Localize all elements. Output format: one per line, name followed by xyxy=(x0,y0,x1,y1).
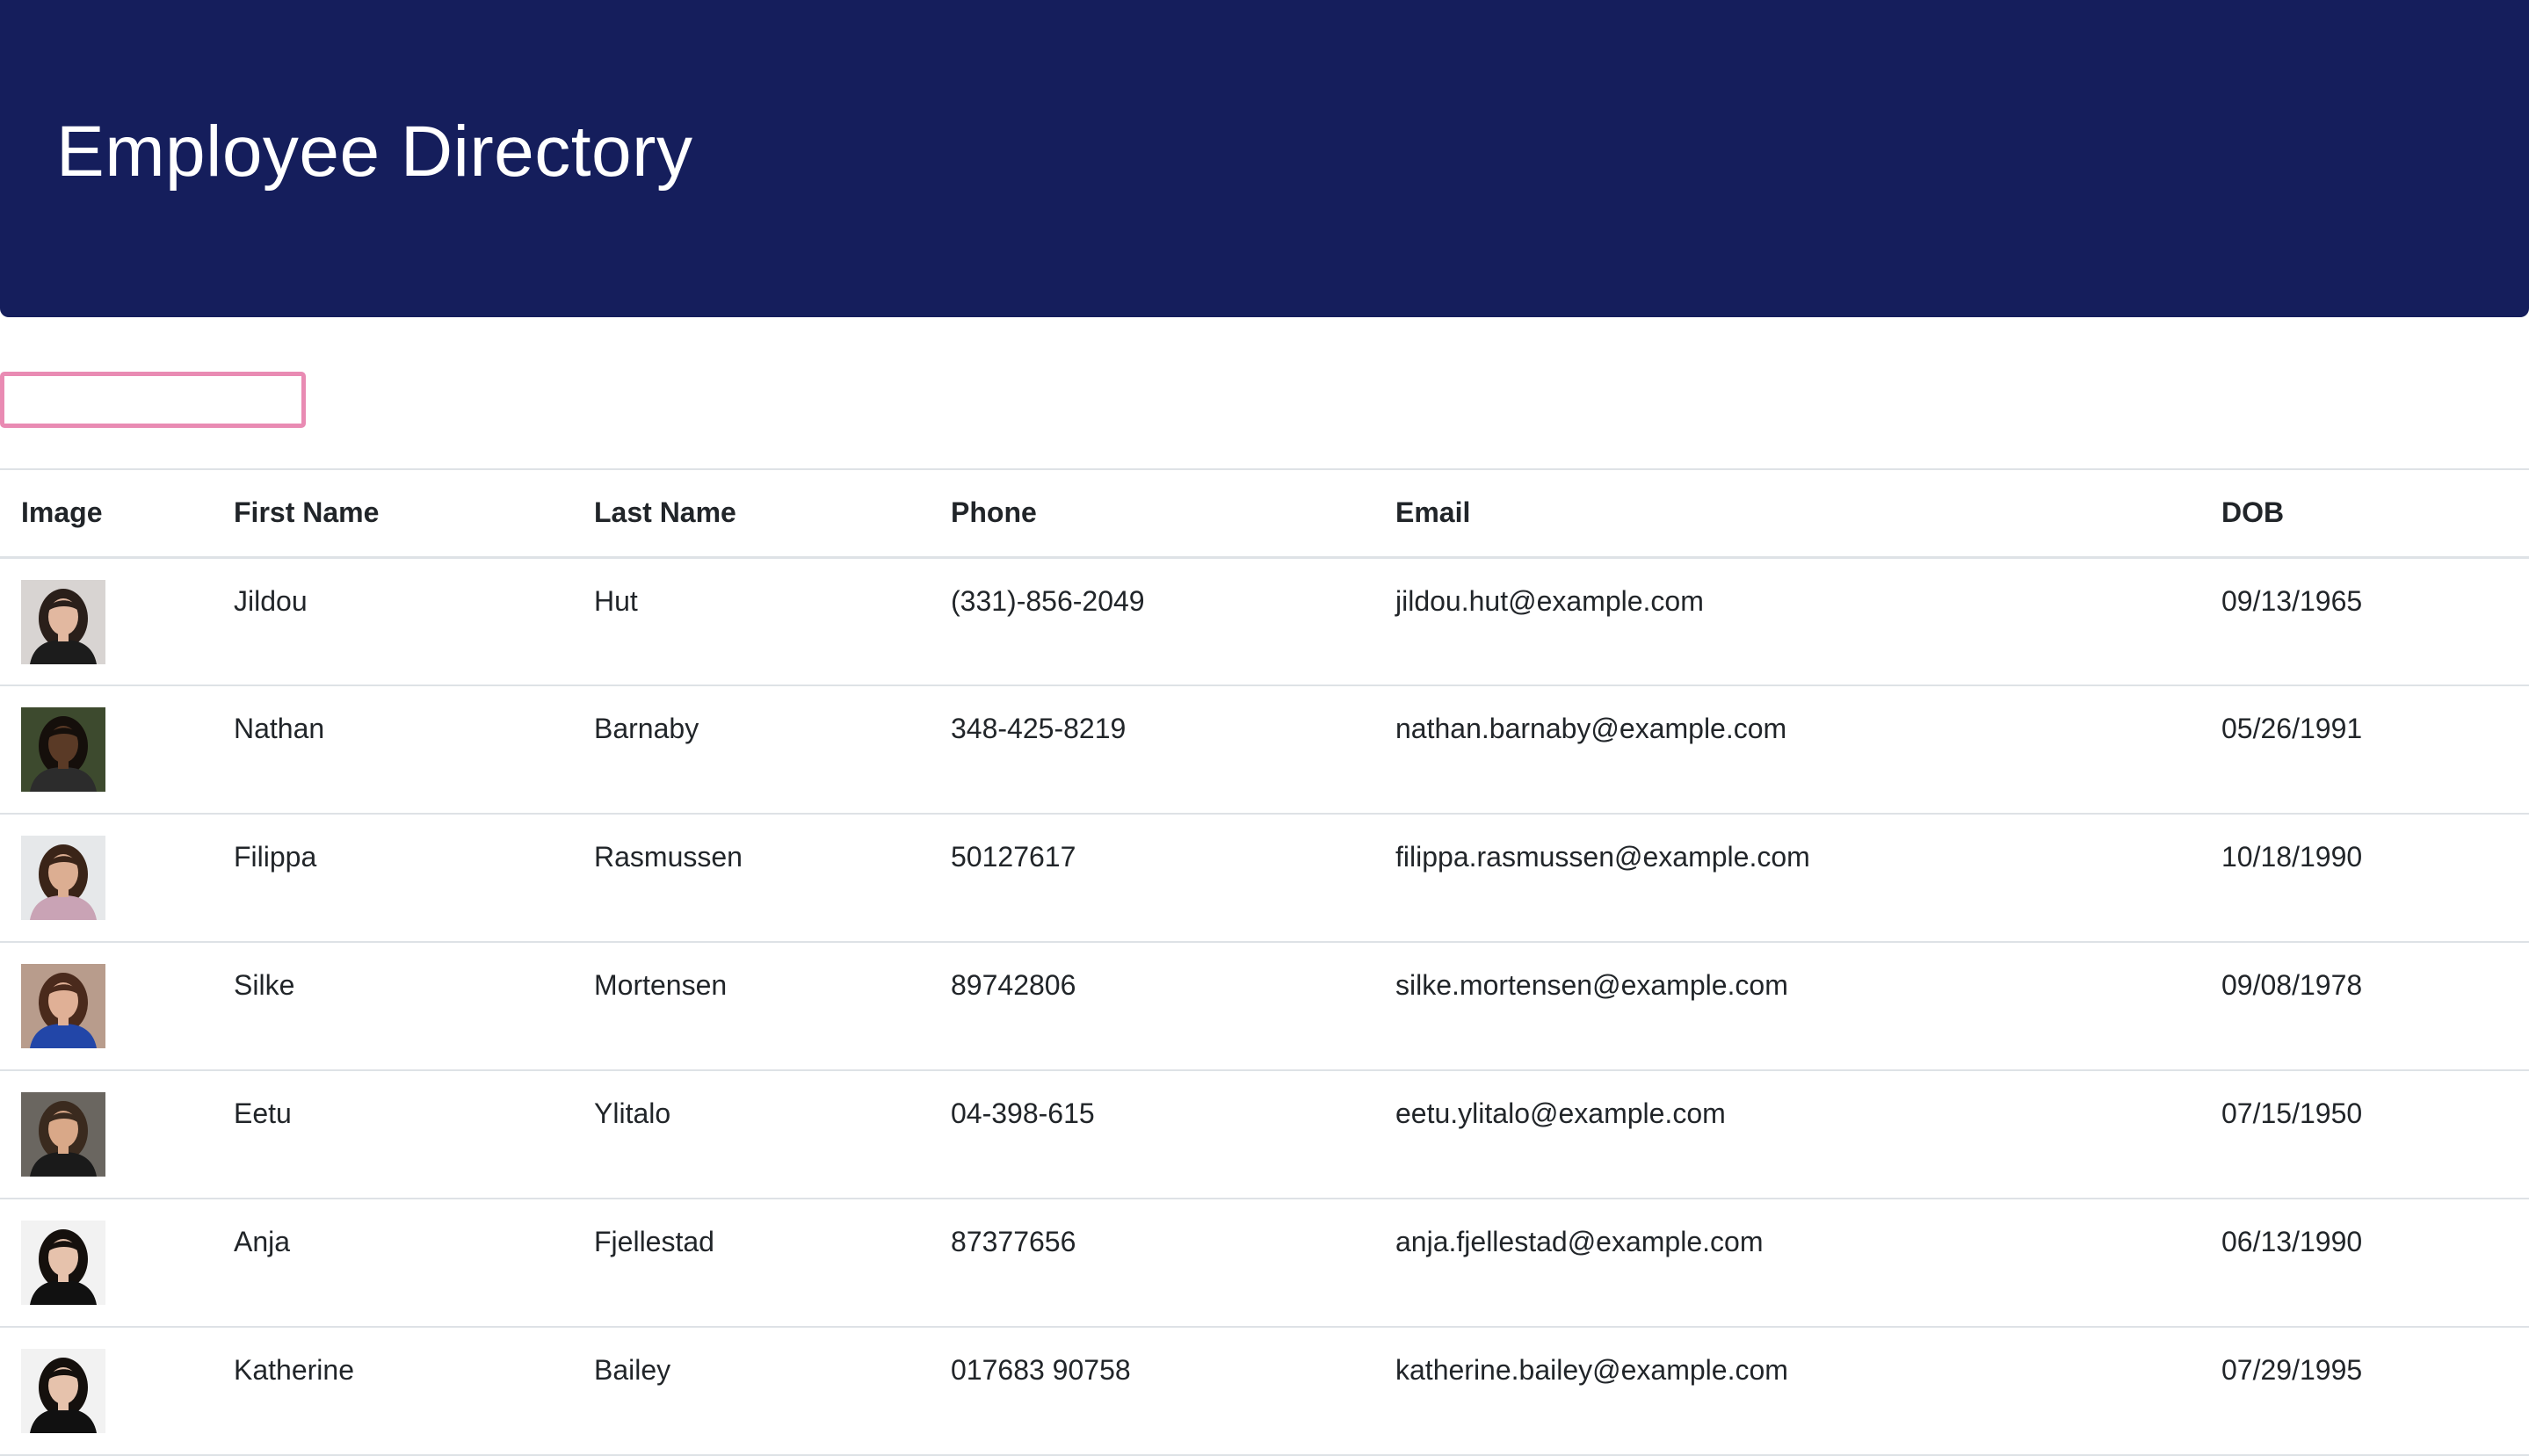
avatar-photo xyxy=(21,1092,105,1177)
first-name-cell: Filippa xyxy=(234,841,317,873)
last-name-cell: Ylitalo xyxy=(594,1097,671,1129)
image-cell xyxy=(0,1327,213,1455)
column-header-phone[interactable]: Phone xyxy=(930,469,1374,557)
email-cell: anja.fjellestad@example.com xyxy=(1395,1226,1764,1257)
dob-cell: 09/08/1978 xyxy=(2221,969,2363,1001)
last-name-cell: Rasmussen xyxy=(594,841,743,873)
table-header: Image First Name Last Name Phone Email D… xyxy=(0,469,2529,557)
last-name-cell: Barnaby xyxy=(594,713,699,744)
table-row: Nathan Barnaby 348-425-8219 nathan.barnaby@… xyxy=(0,685,2529,814)
first-name-cell: Nathan xyxy=(234,713,325,744)
last-name-cell: Mortensen xyxy=(594,969,728,1001)
first-name-cell: Jildou xyxy=(234,584,308,617)
dob-cell: 05/26/1991 xyxy=(2221,713,2363,744)
email-cell: katherine.bailey@example.com xyxy=(1395,1354,1788,1386)
phone-cell: (331)-856-2049 xyxy=(951,584,1145,617)
dob-cell: 10/18/1990 xyxy=(2221,841,2363,873)
avatar-photo xyxy=(21,707,105,792)
table-row: Eetu Ylitalo 04-398-615 eetu.ylitalo@exampl… xyxy=(0,1070,2529,1199)
column-header-dob[interactable]: DOB xyxy=(2200,469,2529,557)
page-header: Employee Directory xyxy=(0,0,2529,317)
avatar-photo xyxy=(21,579,105,664)
last-name-cell: Hut xyxy=(594,584,638,617)
last-name-cell: Bailey xyxy=(594,1354,671,1386)
page-title: Employee Directory xyxy=(56,112,693,192)
dob-cell: 06/13/1990 xyxy=(2221,1226,2363,1257)
email-cell: nathan.barnaby@example.com xyxy=(1395,713,1787,744)
employee-table: Image First Name Last Name Phone Email D… xyxy=(0,468,2529,1456)
first-name-cell: Silke xyxy=(234,969,295,1001)
avatar-photo xyxy=(21,1349,105,1433)
phone-cell: 017683 90758 xyxy=(951,1354,1131,1386)
email-cell: eetu.ylitalo@example.com xyxy=(1395,1097,1726,1129)
search-container xyxy=(0,372,306,428)
image-cell xyxy=(0,1070,213,1199)
table-row: Anja Fjellestad 87377656 anja.fjellestad@ex… xyxy=(0,1199,2529,1327)
image-cell xyxy=(0,557,213,685)
column-header-last-name[interactable]: Last Name xyxy=(573,469,930,557)
image-cell xyxy=(0,942,213,1070)
email-cell: silke.mortensen@example.com xyxy=(1395,969,1788,1001)
phone-cell: 04-398-615 xyxy=(951,1097,1095,1129)
column-header-first-name[interactable]: First Name xyxy=(213,469,573,557)
dob-cell: 07/29/1995 xyxy=(2221,1354,2363,1386)
first-name-cell: Anja xyxy=(234,1226,291,1257)
image-cell xyxy=(0,685,213,814)
table-row: Filippa Rasmussen 50127617 filippa.rasmusse… xyxy=(0,814,2529,942)
table-row: Silke Mortensen 89742806 silke.mortensen@ex… xyxy=(0,942,2529,1070)
image-cell xyxy=(0,1199,213,1327)
last-name-cell: Fjellestad xyxy=(594,1226,714,1257)
email-cell: jildou.hut@example.com xyxy=(1395,584,1704,617)
dob-cell: 09/13/1965 xyxy=(2221,584,2363,617)
first-name-cell: Katherine xyxy=(234,1354,354,1386)
table-row: Katherine Bailey 017683 90758 katherine.bai… xyxy=(0,1327,2529,1455)
table-row: Jildou Hut (331)-856-2049 jildou.hut@exampl… xyxy=(0,557,2529,685)
phone-cell: 89742806 xyxy=(951,969,1076,1001)
phone-cell: 50127617 xyxy=(951,841,1076,873)
avatar-photo xyxy=(21,836,105,920)
column-header-email[interactable]: Email xyxy=(1374,469,2200,557)
email-cell: filippa.rasmussen@example.com xyxy=(1395,841,1810,873)
phone-cell: 87377656 xyxy=(951,1226,1076,1257)
search-input[interactable] xyxy=(0,372,306,428)
column-header-image[interactable]: Image xyxy=(0,469,213,557)
avatar-photo xyxy=(21,1221,105,1305)
phone-cell: 348-425-8219 xyxy=(951,713,1127,744)
table-body: Jildou Hut (331)-856-2049 jildou.hut@exampl… xyxy=(0,557,2529,1455)
header-row: Image First Name Last Name Phone Email D… xyxy=(0,469,2529,557)
first-name-cell: Eetu xyxy=(234,1097,292,1129)
avatar-photo xyxy=(21,964,105,1048)
image-cell xyxy=(0,814,213,942)
dob-cell: 07/15/1950 xyxy=(2221,1097,2363,1129)
